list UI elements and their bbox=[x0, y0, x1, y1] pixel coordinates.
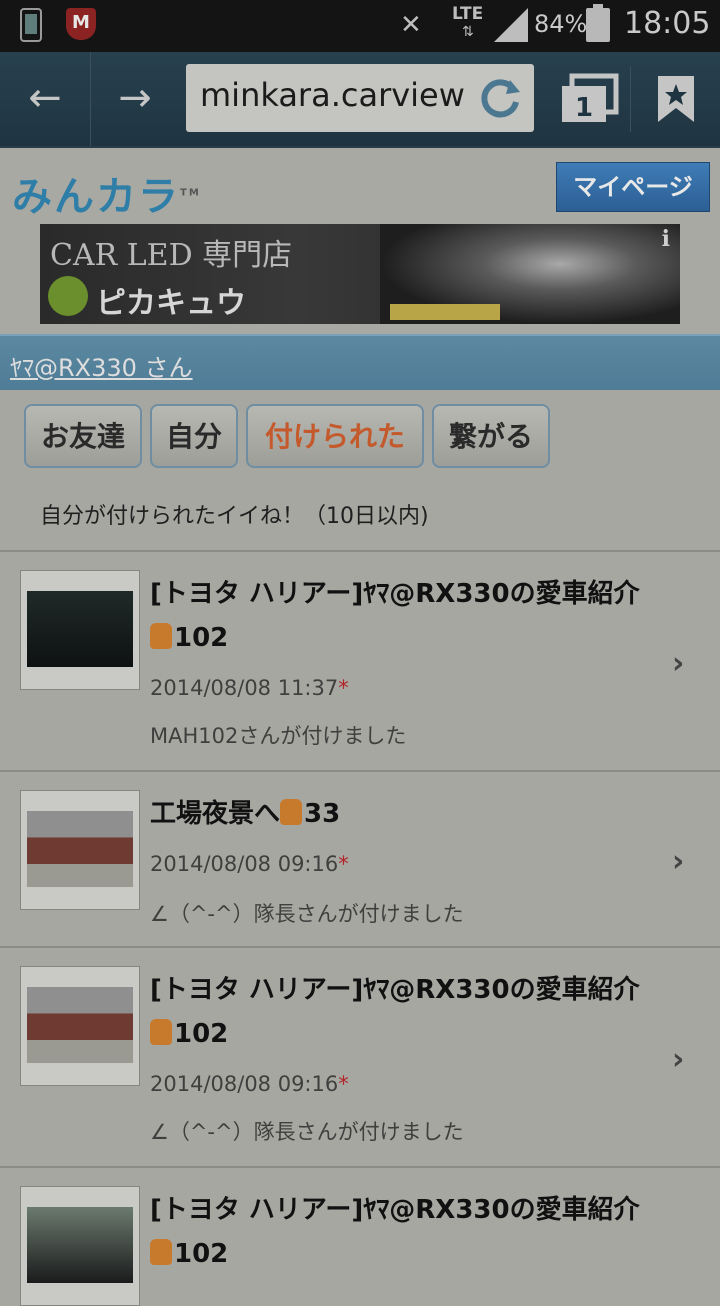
site-header: みんカラTM マイページ CAR LED 専門店 ピカキュウ i bbox=[0, 148, 720, 334]
ad-info-icon[interactable]: i bbox=[662, 226, 670, 252]
forward-button[interactable]: → bbox=[90, 52, 180, 146]
item-liked-by: ∠（^-^）隊長さんが付けました bbox=[150, 1120, 464, 1144]
bookmark-icon[interactable] bbox=[654, 76, 698, 122]
back-arrow-icon: ← bbox=[28, 75, 62, 121]
item-thumbnail bbox=[20, 570, 140, 690]
mypage-button[interactable]: マイページ bbox=[556, 162, 710, 212]
forward-arrow-icon: → bbox=[118, 75, 152, 121]
like-count: 33 bbox=[304, 799, 341, 829]
like-tabs: お友達 自分 付けられた 繋がる 自分が付けられたイイね！（10日以内) bbox=[0, 390, 720, 550]
browser-toolbar: ← → minkara.carview 1 bbox=[0, 52, 720, 148]
ad-plate-image bbox=[390, 304, 500, 320]
item-liked-by: ∠（^-^）隊長さんが付けました bbox=[150, 902, 464, 926]
data-arrows-icon: ⇅ bbox=[462, 24, 474, 40]
mute-icon: ✕ bbox=[400, 10, 422, 40]
back-button[interactable]: ← bbox=[0, 52, 91, 146]
refresh-icon[interactable] bbox=[474, 72, 526, 124]
site-logo[interactable]: みんカラTM bbox=[12, 164, 201, 222]
like-count: 102 bbox=[174, 1019, 229, 1049]
tabs-icon[interactable]: 1 bbox=[552, 72, 628, 128]
item-title: [トヨタ ハリアー]ﾔﾏ@RX330の愛車紹介 102 bbox=[150, 579, 640, 653]
thumbnail-image bbox=[27, 987, 133, 1063]
user-name-link[interactable]: ﾔﾏ@RX330 さん bbox=[10, 348, 193, 383]
phone-icon bbox=[20, 8, 42, 42]
battery-icon bbox=[586, 4, 610, 42]
item-date: 2014/08/08 11:37* bbox=[150, 676, 349, 700]
tab-count: 1 bbox=[575, 93, 593, 123]
list-item[interactable]: 工場夜景へ 33 2014/08/08 09:16* ∠（^-^）隊長さんが付けま… bbox=[0, 770, 720, 948]
like-count: 102 bbox=[174, 623, 229, 653]
thumbnail-image bbox=[27, 1207, 133, 1283]
item-liked-by: MAH102さんが付けました bbox=[150, 724, 407, 748]
thumbs-up-icon bbox=[280, 799, 303, 825]
item-thumbnail bbox=[20, 790, 140, 910]
signal-icon bbox=[494, 8, 528, 42]
thumbnail-image bbox=[27, 591, 133, 667]
thumbs-up-icon bbox=[150, 623, 172, 649]
battery-percent: 84% bbox=[534, 10, 588, 38]
url-text[interactable]: minkara.carview bbox=[200, 76, 480, 114]
item-date: 2014/08/08 09:16* bbox=[150, 852, 349, 876]
list-item[interactable]: [トヨタ ハリアー]ﾔﾏ@RX330の愛車紹介 102 2014/08/08 1… bbox=[0, 550, 720, 772]
ad-logo-icon bbox=[48, 276, 88, 316]
toolbar-divider bbox=[630, 66, 631, 132]
list-item[interactable]: [トヨタ ハリアー]ﾔﾏ@RX330の愛車紹介 102 bbox=[0, 1166, 720, 1306]
item-thumbnail bbox=[20, 1186, 140, 1306]
chevron-right-icon: › bbox=[672, 844, 685, 879]
tab-received[interactable]: 付けられた bbox=[246, 404, 424, 468]
item-thumbnail bbox=[20, 966, 140, 1086]
like-count: 102 bbox=[174, 1239, 229, 1269]
chevron-right-icon: › bbox=[672, 1042, 685, 1077]
ad-brand: ピカキュウ bbox=[96, 286, 246, 321]
network-type: LTE bbox=[452, 4, 484, 24]
chevron-right-icon: › bbox=[672, 646, 685, 681]
thumbs-up-icon bbox=[150, 1019, 172, 1045]
ad-headline: CAR LED 専門店 bbox=[50, 238, 293, 273]
mcafee-shield-icon: M bbox=[66, 8, 96, 40]
user-bar: ﾔﾏ@RX330 さん bbox=[0, 334, 720, 392]
tab-friends[interactable]: お友達 bbox=[24, 404, 142, 468]
item-title: [トヨタ ハリアー]ﾔﾏ@RX330の愛車紹介 102 bbox=[150, 975, 640, 1049]
item-title: [トヨタ ハリアー]ﾔﾏ@RX330の愛車紹介 102 bbox=[150, 1195, 640, 1269]
thumbnail-image bbox=[27, 811, 133, 887]
status-bar: M ✕ LTE ⇅ 84% 18:05 bbox=[0, 0, 720, 52]
ad-banner[interactable]: CAR LED 専門店 ピカキュウ i bbox=[40, 224, 680, 324]
tab-connect[interactable]: 繋がる bbox=[432, 404, 550, 468]
thumbs-up-icon bbox=[150, 1239, 172, 1265]
item-title: 工場夜景へ 33 bbox=[150, 799, 341, 829]
tab-self[interactable]: 自分 bbox=[150, 404, 238, 468]
clock: 18:05 bbox=[624, 6, 711, 41]
item-date: 2014/08/08 09:16* bbox=[150, 1072, 349, 1096]
section-subtitle: 自分が付けられたイイね！（10日以内) bbox=[40, 504, 429, 529]
list-item[interactable]: [トヨタ ハリアー]ﾔﾏ@RX330の愛車紹介 102 2014/08/08 0… bbox=[0, 946, 720, 1168]
address-bar[interactable]: minkara.carview bbox=[186, 64, 534, 132]
